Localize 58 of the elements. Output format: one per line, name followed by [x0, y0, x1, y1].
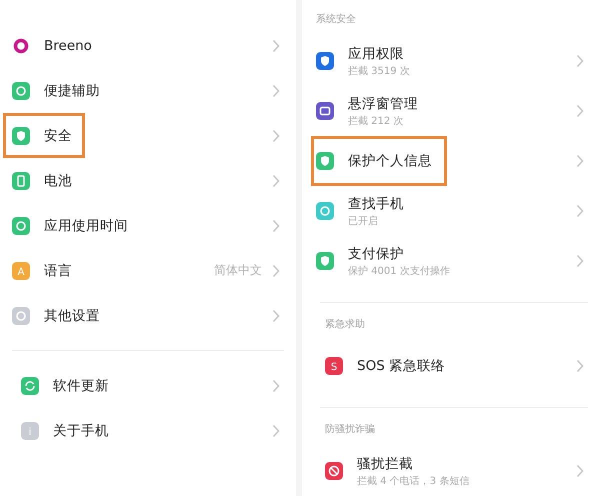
settings-item[interactable]: 电池	[3, 158, 284, 203]
chevron-icon	[272, 308, 280, 322]
item-label: 其他设置	[44, 306, 100, 324]
item-subtitle: 保护 4001 次支付操作	[348, 264, 450, 278]
settings-item[interactable]: S SOS 紧急联络	[320, 341, 588, 391]
item-label: 骚扰拦截	[357, 454, 414, 472]
item-label: 支付保护	[348, 244, 405, 262]
settings-item[interactable]: Breeno	[3, 23, 284, 68]
section-header: 防骚扰诈骗	[324, 422, 376, 437]
item-subtitle: 已开启	[348, 214, 379, 228]
settings-item[interactable]: 便捷辅助	[3, 68, 284, 113]
chevron-icon	[272, 128, 280, 142]
chevron-icon	[576, 154, 584, 168]
section-header: 系统安全	[315, 12, 357, 27]
item-label: 关于手机	[53, 422, 109, 440]
item-label: 安全	[44, 126, 72, 144]
chevron-icon	[272, 218, 280, 232]
settings-item[interactable]: A 语言 简体中文	[3, 248, 284, 293]
item-label: Breeno	[44, 38, 92, 54]
item-label: 电池	[44, 172, 72, 190]
item-label: 悬浮窗管理	[348, 94, 418, 112]
chevron-icon	[272, 174, 280, 188]
item-label: 软件更新	[53, 376, 109, 394]
chevron-icon	[272, 84, 280, 98]
settings-item[interactable]: 支付保护 保护 4001 次支付操作	[311, 236, 588, 286]
item-subtitle: 拦截 212 次	[348, 114, 404, 128]
item-label: 应用使用时间	[44, 216, 128, 234]
item-value: 简体中文	[214, 262, 262, 279]
letter-icon: S	[325, 357, 343, 375]
chevron-icon	[576, 104, 584, 118]
chevron-icon	[272, 264, 280, 278]
section-header: 紧急求助	[324, 318, 366, 332]
settings-item[interactable]: 保护个人信息	[311, 136, 588, 186]
settings-item[interactable]: 骚扰拦截 拦截 4 个电话，3 条短信	[320, 446, 588, 496]
chevron-icon	[576, 54, 584, 68]
item-label: 查找手机	[348, 194, 404, 212]
settings-item[interactable]: 软件更新	[12, 363, 284, 408]
item-label: 便捷辅助	[44, 82, 100, 100]
settings-item[interactable]: 应用使用时间	[3, 203, 284, 248]
chevron-icon	[272, 378, 280, 392]
chevron-icon	[576, 254, 584, 268]
item-label: 保护个人信息	[348, 152, 432, 170]
letter-icon: A	[12, 262, 30, 280]
settings-item[interactable]: 查找手机 已开启	[311, 186, 588, 236]
chevron-icon	[576, 359, 584, 373]
item-label: 语言	[44, 262, 72, 280]
item-subtitle: 拦截 3519 次	[348, 64, 410, 78]
settings-item[interactable]: 安全	[3, 113, 284, 158]
settings-item[interactable]: 应用权限 拦截 3519 次	[311, 36, 588, 86]
chevron-icon	[272, 38, 280, 52]
chevron-icon	[576, 204, 584, 218]
item-label: SOS 紧急联络	[357, 357, 446, 375]
item-subtitle: 拦截 4 个电话，3 条短信	[357, 474, 470, 488]
chevron-icon	[272, 424, 280, 438]
chevron-icon	[576, 464, 584, 478]
item-label: 应用权限	[348, 44, 405, 62]
settings-item[interactable]: 悬浮窗管理 拦截 212 次	[311, 86, 588, 136]
settings-item[interactable]: 其他设置	[3, 293, 284, 338]
